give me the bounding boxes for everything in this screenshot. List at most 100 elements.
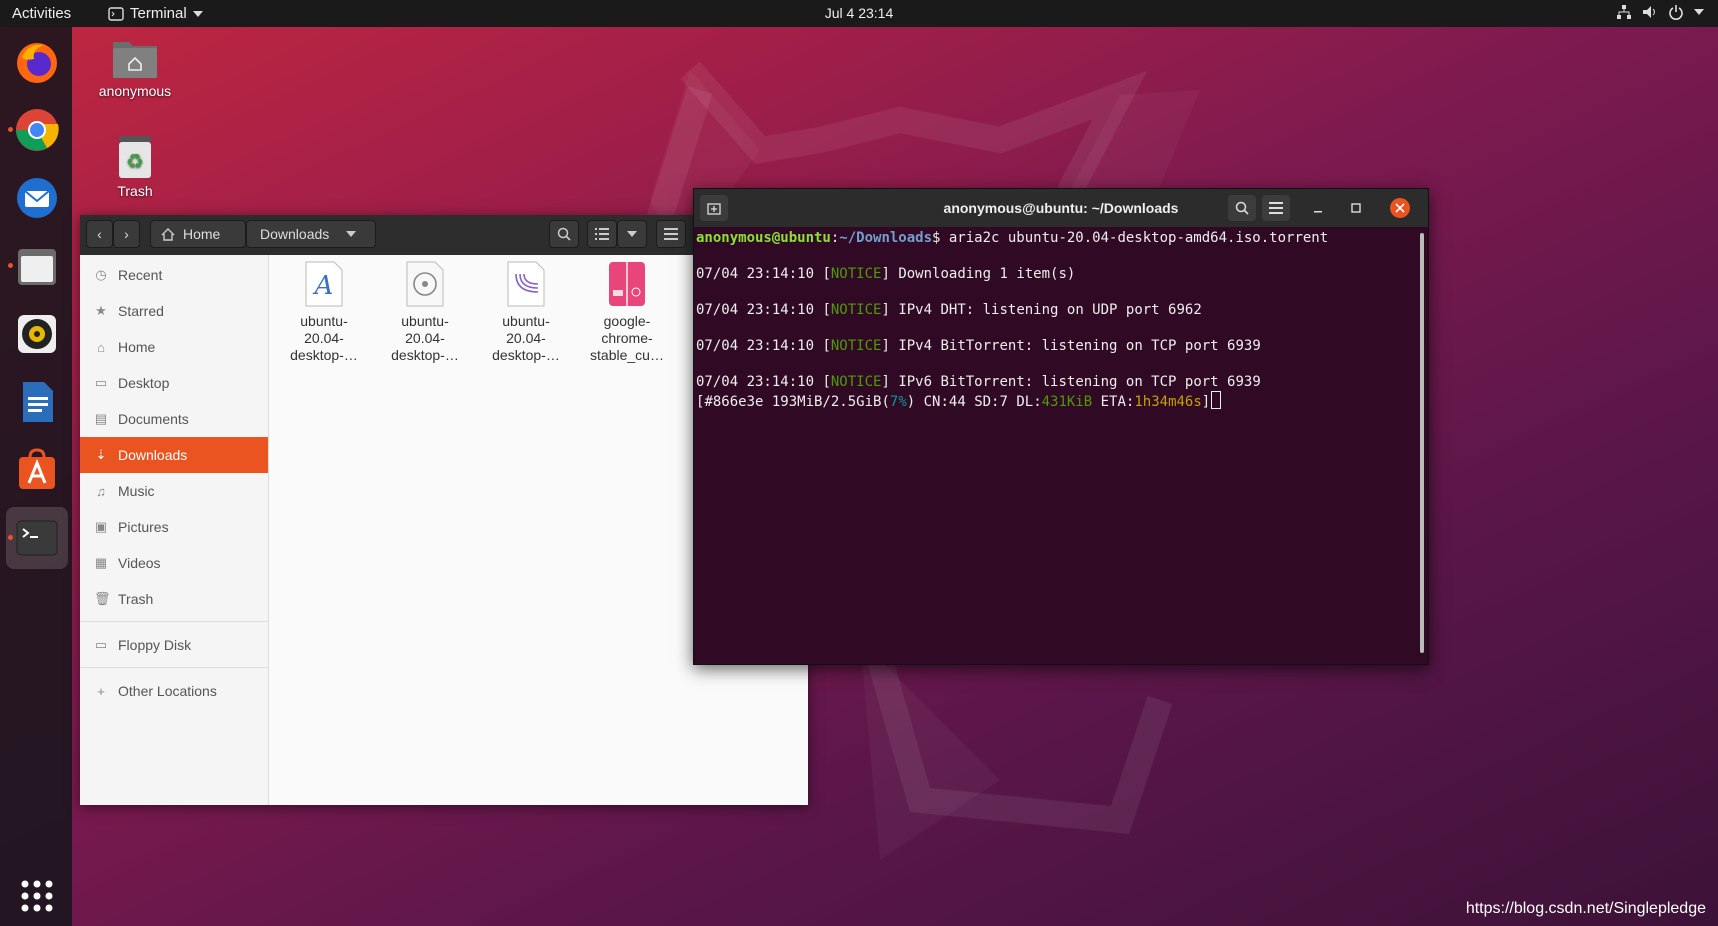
terminal-output[interactable]: anonymous@ubuntu:~/Downloads$ aria2c ubu…: [696, 229, 1412, 659]
notice-line: 07/04 23:14:10 [NOTICE] IPv4 DHT: listen…: [696, 302, 1202, 318]
forward-button[interactable]: ›: [113, 220, 140, 248]
path-home-button[interactable]: Home: [150, 220, 246, 248]
sidebar-item-documents[interactable]: ▤ Documents: [80, 401, 268, 437]
terminal-menu-button[interactable]: [1262, 195, 1290, 221]
new-tab-button[interactable]: [700, 195, 728, 221]
svg-text:♻: ♻: [126, 149, 144, 173]
file-name-line: 20.04-: [304, 330, 344, 346]
clock[interactable]: Jul 4 23:14: [825, 5, 894, 21]
terminal-launcher[interactable]: [6, 507, 68, 569]
system-tray[interactable]: [1616, 4, 1704, 20]
file-name-line: desktop-…: [492, 347, 560, 363]
search-icon: [557, 227, 571, 241]
notice-line: 07/04 23:14:10 [NOTICE] Downloading 1 it…: [696, 266, 1076, 282]
picture-icon: ▣: [94, 519, 108, 534]
view-options-button[interactable]: [617, 220, 647, 248]
sidebar-item-trash[interactable]: 🗑 Trash: [80, 581, 268, 617]
terminal-search-button[interactable]: [1228, 195, 1256, 221]
disc-image-icon: [406, 261, 444, 307]
file-item[interactable]: A ubuntu- 20.04- desktop-…: [276, 260, 372, 364]
back-button[interactable]: ‹: [86, 220, 113, 248]
minimize-icon: [1314, 211, 1322, 213]
sidebar-item-other-locations[interactable]: + Other Locations: [80, 673, 268, 709]
thunderbird-launcher[interactable]: [6, 167, 68, 229]
sidebar-item-desktop[interactable]: ▭ Desktop: [80, 365, 268, 401]
terminal-prompt-line: anonymous@ubuntu:~/Downloads$ aria2c ubu…: [696, 229, 1328, 247]
sidebar-item-label: Other Locations: [118, 683, 217, 699]
trash-icon: ♻: [119, 136, 151, 178]
home-folder-icon: [113, 42, 157, 78]
app-menu[interactable]: Terminal: [108, 5, 203, 22]
cursor: [1211, 391, 1222, 409]
firefox-icon: [17, 43, 57, 83]
maximize-button[interactable]: [1342, 195, 1370, 221]
sidebar-item-home[interactable]: ⌂ Home: [80, 329, 268, 365]
files-icon: [18, 249, 56, 285]
minimize-button[interactable]: [1304, 195, 1332, 221]
show-applications-button[interactable]: [6, 865, 68, 926]
menu-button[interactable]: [656, 220, 686, 248]
file-name-line: google-: [603, 313, 651, 329]
app-grid-icon: [21, 880, 53, 912]
rhythmbox-launcher[interactable]: [6, 303, 68, 365]
file-name-line: desktop-…: [391, 347, 459, 363]
sidebar-item-music[interactable]: ♫ Music: [80, 473, 268, 509]
sidebar-item-label: Desktop: [118, 375, 170, 391]
progress-eta: 1h34m46s: [1134, 394, 1202, 410]
running-indicator: [8, 263, 13, 268]
log-message: IPv4 DHT: listening on UDP port 6962: [889, 302, 1202, 318]
view-list-button[interactable]: [587, 220, 617, 248]
file-item[interactable]: google- chrome- stable_cu…: [579, 260, 675, 364]
font-file-icon: A: [305, 261, 343, 307]
sidebar-item-pictures[interactable]: ▣ Pictures: [80, 509, 268, 545]
search-button[interactable]: [549, 220, 579, 248]
sidebar-item-label: Floppy Disk: [118, 637, 192, 653]
chrome-launcher[interactable]: [6, 99, 68, 161]
sidebar-item-label: Recent: [118, 267, 163, 283]
svg-text:A: A: [313, 271, 334, 301]
path-downloads-button[interactable]: Downloads: [246, 220, 376, 248]
progress-line: [#866e3e 193MiB/2.5GiB(7%) CN:44 SD:7 DL…: [696, 391, 1222, 411]
star-icon: ★: [95, 303, 107, 318]
file-item[interactable]: ubuntu- 20.04- desktop-…: [478, 260, 574, 364]
floppy-icon: ▭: [94, 637, 108, 652]
log-message: IPv6 BitTorrent: listening on TCP port 6…: [889, 374, 1261, 390]
close-button[interactable]: [1390, 198, 1410, 218]
terminal-title: anonymous@ubuntu: ~/Downloads: [943, 200, 1179, 216]
trash-icon: 🗑: [94, 591, 111, 606]
chevron-right-icon: ›: [124, 226, 129, 242]
close-icon: [1395, 203, 1405, 213]
file-item[interactable]: ubuntu- 20.04- desktop-…: [377, 260, 473, 364]
firefox-launcher[interactable]: [6, 31, 68, 93]
file-name-line: ubuntu-: [401, 313, 449, 329]
desktop-home-folder[interactable]: anonymous: [75, 36, 195, 99]
terminal-scrollbar[interactable]: [1420, 233, 1424, 653]
path-segment: Home: [183, 226, 221, 242]
software-center-icon: [19, 448, 55, 489]
prompt-end: $: [932, 230, 949, 246]
notice-tag: NOTICE: [830, 266, 882, 282]
activities-button[interactable]: Activities: [12, 5, 71, 22]
sidebar-item-recent[interactable]: ◷ Recent: [80, 257, 268, 293]
sidebar-item-downloads[interactable]: ⇣ Downloads: [80, 437, 268, 473]
notice-line: 07/04 23:14:10 [NOTICE] IPv6 BitTorrent:…: [696, 374, 1261, 390]
hamburger-icon: [1269, 202, 1283, 214]
files-launcher[interactable]: [6, 235, 68, 297]
log-time: 07/04 23:14:10: [696, 374, 823, 390]
libreoffice-writer-launcher[interactable]: [6, 371, 68, 433]
sidebar-item-starred[interactable]: ★ Starred: [80, 293, 268, 329]
power-icon: [1669, 5, 1683, 20]
file-name-line: ubuntu-: [300, 313, 348, 329]
progress-eta-label: ETA:: [1092, 394, 1135, 410]
sidebar-item-floppy[interactable]: ▭ Floppy Disk: [80, 627, 268, 663]
running-indicator: [8, 535, 13, 540]
desktop-trash[interactable]: ♻ Trash: [75, 134, 195, 199]
dock: [0, 27, 72, 926]
caret-down-icon: [192, 10, 203, 17]
desktop: Activities Terminal Jul 4 23:14 anonymou…: [0, 0, 1718, 926]
list-view-icon: [595, 228, 609, 240]
file-name-line: 20.04-: [506, 330, 546, 346]
sidebar-item-label: Starred: [118, 303, 164, 319]
sidebar-item-videos[interactable]: ▦ Videos: [80, 545, 268, 581]
software-launcher[interactable]: [6, 439, 68, 501]
